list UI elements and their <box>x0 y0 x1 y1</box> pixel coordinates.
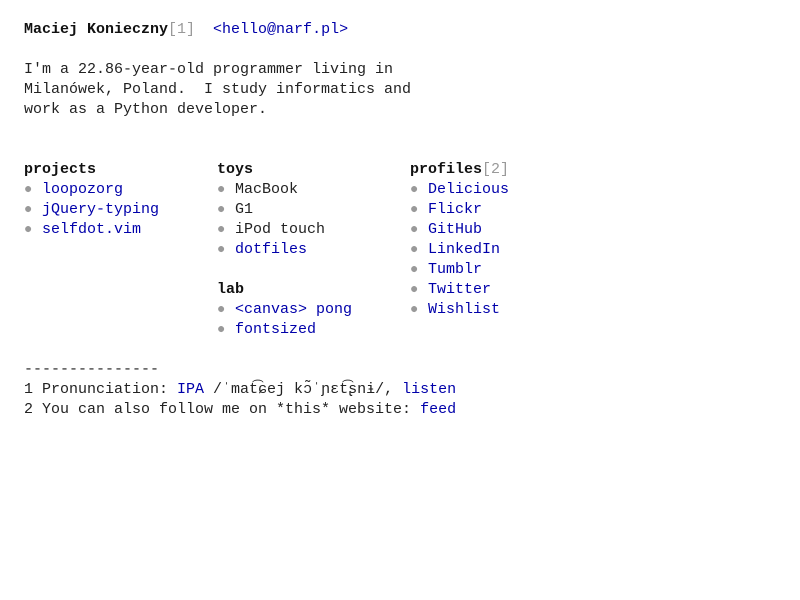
list-item: ● iPod touch <box>217 220 352 240</box>
toys-heading: toys <box>217 161 254 178</box>
bullet-icon: ● <box>410 282 419 298</box>
toy-ipod-touch: iPod touch <box>235 221 326 238</box>
profiles-list: ● Delicious ● Flickr ● GitHub ● LinkedIn ● Tu… <box>410 180 509 320</box>
project-link-loopozorg[interactable]: loopozorg <box>42 181 123 198</box>
project-link-jquery-typing[interactable]: jQuery-typing <box>42 201 159 218</box>
bullet-icon: ● <box>217 182 226 198</box>
ipa-transcription: /ˈmat͡ɕej kɔ̃ˈɲɛt͡ʂnɨ/, <box>204 381 403 398</box>
list-item: ● <canvas> pong <box>217 300 352 320</box>
footnote-ref-2[interactable]: [2] <box>482 161 509 178</box>
homepage: Maciej Konieczny[1] <hello@narf.pl> I'm a… <box>0 0 800 600</box>
feed-link[interactable]: feed <box>420 401 456 418</box>
profiles-heading-row: profiles[2] <box>410 160 509 180</box>
lab-link-fontsized[interactable]: fontsized <box>235 321 316 338</box>
bullet-icon: ● <box>217 322 226 338</box>
dotfiles-link[interactable]: dotfiles <box>235 241 307 258</box>
footnote-divider: --------------- <box>24 361 160 378</box>
project-link-selfdot-vim[interactable]: selfdot.vim <box>42 221 141 238</box>
header: Maciej Konieczny[1] <hello@narf.pl> <box>24 20 348 40</box>
bio-line-1: I'm a 22.86-year-old programmer living i… <box>24 61 394 78</box>
list-item: ● Wishlist <box>410 300 509 320</box>
list-item: ● selfdot.vim <box>24 220 159 240</box>
bullet-icon: ● <box>217 242 226 258</box>
toy-g1: G1 <box>235 201 254 218</box>
list-item: ● Delicious <box>410 180 509 200</box>
footnotes: --------------- 1 Pronunciation: IPA /ˈma… <box>24 360 456 420</box>
profile-link-delicious[interactable]: Delicious <box>428 181 509 198</box>
bullet-icon: ● <box>217 202 226 218</box>
lab-list: ● <canvas> pong ● fontsized <box>217 300 352 340</box>
footnote-2-prefix: 2 You can also follow me on *this* websi… <box>24 401 421 418</box>
profile-link-twitter[interactable]: Twitter <box>428 281 491 298</box>
footnote-1-prefix: 1 Pronunciation: <box>24 381 178 398</box>
list-item: ● Flickr <box>410 200 509 220</box>
profile-link-linkedin[interactable]: LinkedIn <box>428 241 500 258</box>
projects-section: projects ● loopozorg ● jQuery-typing ● self… <box>24 160 159 240</box>
list-item: ● G1 <box>217 200 352 220</box>
bullet-icon: ● <box>24 182 33 198</box>
list-item: ● GitHub <box>410 220 509 240</box>
footnote-ref-1[interactable]: [1] <box>168 21 195 38</box>
bio-line-3: work as a Python developer. <box>24 101 268 118</box>
bio-line-2: Milanówek, Poland. I study informatics a… <box>24 81 412 98</box>
list-item: ● Tumblr <box>410 260 509 280</box>
bullet-icon: ● <box>410 242 419 258</box>
list-item: ● loopozorg <box>24 180 159 200</box>
list-item: ● fontsized <box>217 320 352 340</box>
list-item: ● LinkedIn <box>410 240 509 260</box>
footnote-2: 2 You can also follow me on *this* websi… <box>24 400 456 420</box>
toys-section: toys ● MacBook ● G1 ● iPod touch ● dotfiles … <box>217 160 352 340</box>
profile-link-github[interactable]: GitHub <box>428 221 482 238</box>
list-item: ● MacBook <box>217 180 352 200</box>
bullet-icon: ● <box>410 262 419 278</box>
footnote-1: 1 Pronunciation: IPA /ˈmat͡ɕej kɔ̃ˈɲɛt͡ʂ… <box>24 380 456 400</box>
projects-list: ● loopozorg ● jQuery-typing ● selfdot.vim <box>24 180 159 240</box>
author-name: Maciej Konieczny <box>24 21 169 38</box>
bullet-icon: ● <box>24 222 33 238</box>
toys-list: ● MacBook ● G1 ● iPod touch ● dotfiles <box>217 180 352 260</box>
bullet-icon: ● <box>410 222 419 238</box>
profiles-section: profiles[2] ● Delicious ● Flickr ● GitHub ●… <box>410 160 509 320</box>
profiles-heading: profiles <box>410 161 483 178</box>
bullet-icon: ● <box>410 202 419 218</box>
bullet-icon: ● <box>410 182 419 198</box>
profile-link-flickr[interactable]: Flickr <box>428 201 482 218</box>
profile-link-tumblr[interactable]: Tumblr <box>428 261 482 278</box>
listen-link[interactable]: listen <box>402 381 456 398</box>
projects-heading: projects <box>24 161 97 178</box>
bullet-icon: ● <box>217 222 226 238</box>
list-item: ● jQuery-typing <box>24 200 159 220</box>
list-item: ● Twitter <box>410 280 509 300</box>
bullet-icon: ● <box>410 302 419 318</box>
ipa-link[interactable]: IPA <box>177 381 204 398</box>
toy-macbook: MacBook <box>235 181 299 198</box>
profile-link-wishlist[interactable]: Wishlist <box>428 301 500 318</box>
email-link[interactable]: <hello@narf.pl> <box>213 21 348 38</box>
list-item: ● dotfiles <box>217 240 352 260</box>
lab-link-canvas-pong[interactable]: <canvas> pong <box>235 301 352 318</box>
bio: I'm a 22.86-year-old programmer living i… <box>24 60 411 120</box>
lab-heading: lab <box>217 281 245 298</box>
bullet-icon: ● <box>217 302 226 318</box>
lab-section: lab ● <canvas> pong ● fontsized <box>217 280 352 340</box>
bullet-icon: ● <box>24 202 33 218</box>
